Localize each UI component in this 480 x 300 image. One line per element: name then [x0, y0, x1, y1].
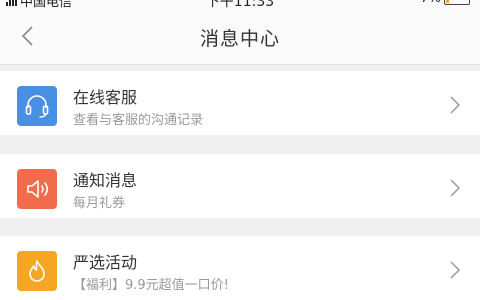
- chevron-right-icon: [450, 261, 461, 279]
- status-time: 下午11:33: [205, 0, 275, 8]
- list-item-title: 严选活动: [73, 253, 138, 272]
- speaker-icon: [27, 180, 49, 198]
- list-item-subtitle: 每月礼券: [73, 196, 126, 211]
- chevron-right-icon: [450, 179, 461, 197]
- list-item-subtitle: 查看与客服的沟通记录: [73, 113, 204, 128]
- battery-icon: [444, 0, 470, 5]
- list-item-promotions[interactable]: 严选活动 【福利】9.9元超值一口价!: [0, 236, 480, 300]
- list-item-title: 通知消息: [73, 171, 138, 190]
- status-right: 7%: [420, 0, 470, 6]
- flame-icon: [29, 260, 45, 282]
- status-bar: 中国电信 下午11:33 7%: [0, 0, 480, 8]
- page-title: 消息中心: [199, 28, 280, 50]
- list-item-notifications[interactable]: 通知消息 每月礼券: [0, 154, 480, 218]
- promotions-icon-box: [17, 251, 57, 291]
- battery-percent: 7%: [420, 0, 441, 6]
- headset-icon: [25, 95, 49, 118]
- online-service-icon-box: [17, 86, 57, 126]
- list-item-subtitle: 【福利】9.9元超值一口价!: [73, 278, 229, 293]
- notifications-icon-box: [17, 169, 57, 209]
- list-item-title: 在线客服: [73, 88, 138, 107]
- nav-bar: 消息中心: [0, 8, 480, 65]
- chevron-right-icon: [450, 96, 461, 114]
- list-item-online-service[interactable]: 在线客服 查看与客服的沟通记录: [0, 71, 480, 135]
